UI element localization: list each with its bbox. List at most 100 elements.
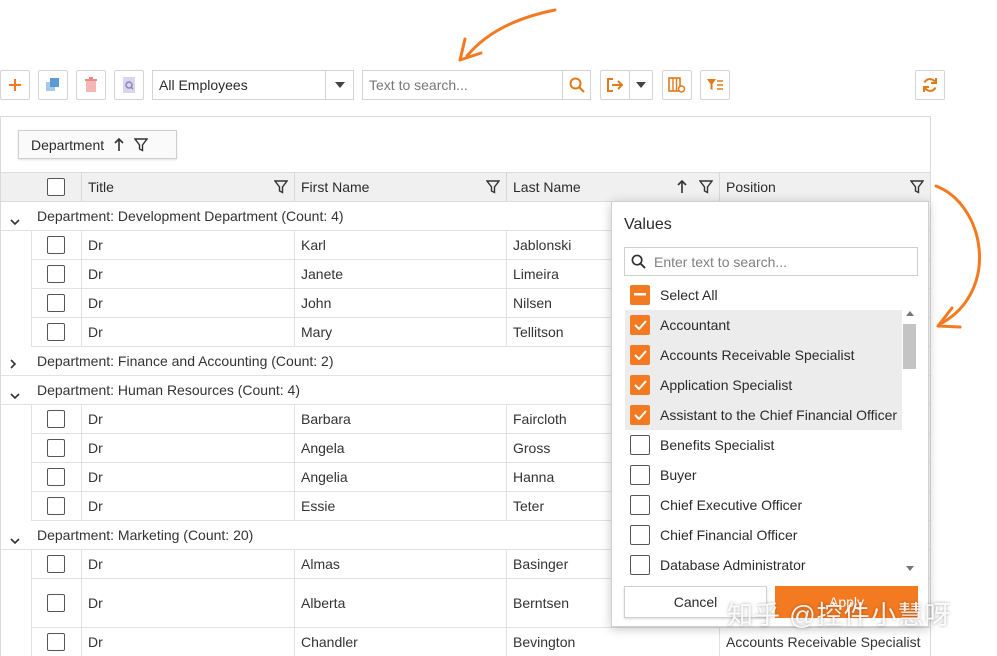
cell-title[interactable]: Dr (81, 579, 294, 627)
chevron-right-icon[interactable] (10, 359, 17, 369)
cell-first-name[interactable]: Alberta (294, 579, 506, 627)
filter-popup-search-input[interactable] (646, 252, 917, 271)
filter-icon[interactable] (699, 180, 713, 194)
group-by-department-chip[interactable]: Department (18, 130, 177, 159)
caret-down-icon (636, 82, 646, 88)
row-select-cell (31, 463, 81, 491)
filter-option-checkbox[interactable] (630, 375, 650, 395)
add-button[interactable] (0, 70, 30, 100)
cell-title[interactable]: Dr (81, 434, 294, 462)
filter-icon[interactable] (486, 180, 500, 194)
scroll-thumb[interactable] (903, 324, 916, 369)
cell-title[interactable]: Dr (81, 318, 294, 346)
row-checkbox[interactable] (47, 468, 65, 486)
export-button[interactable] (600, 70, 630, 100)
filter-option[interactable]: Accounts Receivable Specialist (625, 340, 902, 370)
filter-popup-search[interactable] (624, 247, 918, 276)
cell-title[interactable]: Dr (81, 405, 294, 433)
toolbar-search-button[interactable] (562, 71, 590, 99)
row-checkbox[interactable] (47, 236, 65, 254)
cell-first-name[interactable]: Angela (294, 434, 506, 462)
employee-filter-select[interactable]: All Employees (152, 70, 354, 100)
cell-title[interactable]: Dr (81, 231, 294, 259)
delete-button[interactable] (76, 70, 106, 100)
chevron-down-icon[interactable] (10, 393, 20, 400)
row-checkbox[interactable] (47, 265, 65, 283)
column-chooser-button[interactable] (662, 70, 692, 100)
row-checkbox[interactable] (47, 497, 65, 515)
cell-title[interactable]: Dr (81, 260, 294, 288)
filter-icon[interactable] (274, 180, 288, 194)
filter-option-checkbox[interactable] (630, 345, 650, 365)
employee-filter-dropdown[interactable] (325, 71, 353, 99)
column-header-title[interactable]: Title (81, 173, 294, 201)
filter-option-checkbox[interactable] (630, 525, 650, 545)
cell-position[interactable]: Accounts Receivable Specialist (719, 628, 930, 656)
toolbar-search[interactable] (362, 70, 591, 100)
refresh-button[interactable] (915, 70, 945, 100)
row-checkbox[interactable] (47, 294, 65, 312)
group-row-label: Department: Finance and Accounting (Coun… (37, 353, 334, 369)
preview-button[interactable] (114, 70, 144, 100)
filter-option[interactable]: Chief Financial Officer (625, 520, 902, 550)
select-all-checkbox[interactable] (630, 285, 650, 305)
filter-option-checkbox[interactable] (630, 405, 650, 425)
cell-first-name[interactable]: Mary (294, 318, 506, 346)
select-all-option[interactable]: Select All (625, 280, 902, 310)
chevron-down-icon[interactable] (10, 538, 20, 545)
column-header-last-name[interactable]: Last Name (506, 173, 719, 201)
filter-option-checkbox[interactable] (630, 495, 650, 515)
cell-title[interactable]: Dr (81, 492, 294, 520)
filter-popup-title: Values (624, 216, 672, 233)
filter-list-scrollbar[interactable] (902, 309, 918, 575)
chevron-down-icon[interactable] (10, 219, 20, 226)
filter-option[interactable]: Accountant (625, 310, 902, 340)
filter-option-checkbox[interactable] (630, 555, 650, 575)
cell-first-name[interactable]: John (294, 289, 506, 317)
cell-first-name[interactable]: Barbara (294, 405, 506, 433)
cell-title[interactable]: Dr (81, 463, 294, 491)
row-checkbox[interactable] (47, 594, 65, 612)
search-icon (631, 254, 646, 269)
filter-editor-button[interactable] (700, 70, 730, 100)
filter-option-checkbox[interactable] (630, 315, 650, 335)
export-dropdown-button[interactable] (629, 70, 653, 100)
select-all-rows-checkbox[interactable] (47, 178, 65, 196)
cell-first-name[interactable]: Chandler (294, 628, 506, 656)
toolbar-search-input[interactable] (363, 71, 562, 99)
filter-option[interactable]: Buyer (625, 460, 902, 490)
filter-option[interactable]: Benefits Specialist (625, 430, 902, 460)
filter-option-checkbox[interactable] (630, 465, 650, 485)
scroll-down-icon[interactable] (906, 566, 914, 571)
filter-option[interactable]: Application Specialist (625, 370, 902, 400)
copy-button[interactable] (38, 70, 68, 100)
filter-option-label: Benefits Specialist (660, 437, 775, 453)
filter-icon[interactable] (134, 137, 149, 152)
filter-option[interactable]: Database Administrator (625, 550, 902, 580)
row-checkbox[interactable] (47, 555, 65, 573)
cell-last-name[interactable]: Bevington (506, 628, 719, 656)
scroll-up-icon[interactable] (906, 311, 914, 316)
column-header-first-name[interactable]: First Name (294, 173, 506, 201)
row-checkbox[interactable] (47, 439, 65, 457)
filter-option[interactable]: Chief Executive Officer (625, 490, 902, 520)
row-checkbox[interactable] (47, 323, 65, 341)
table-row[interactable]: Dr Chandler Bevington Accounts Receivable S… (31, 628, 930, 656)
sort-ascending-icon[interactable] (114, 137, 124, 152)
filter-option[interactable]: Assistant to the Chief Financial Officer (625, 400, 902, 430)
row-checkbox[interactable] (47, 410, 65, 428)
column-header-position[interactable]: Position (719, 173, 930, 201)
filter-icon[interactable] (910, 180, 924, 194)
cell-first-name[interactable]: Karl (294, 231, 506, 259)
cell-title[interactable]: Dr (81, 628, 294, 656)
sort-ascending-icon[interactable] (677, 180, 687, 194)
cell-title[interactable]: Dr (81, 289, 294, 317)
cell-first-name[interactable]: Angelia (294, 463, 506, 491)
filter-option-checkbox[interactable] (630, 435, 650, 455)
cell-first-name[interactable]: Almas (294, 550, 506, 578)
row-checkbox[interactable] (47, 633, 65, 651)
cell-first-name[interactable]: Essie (294, 492, 506, 520)
cell-first-name[interactable]: Janete (294, 260, 506, 288)
cell-title[interactable]: Dr (81, 550, 294, 578)
filter-option-label: Chief Executive Officer (660, 497, 803, 513)
